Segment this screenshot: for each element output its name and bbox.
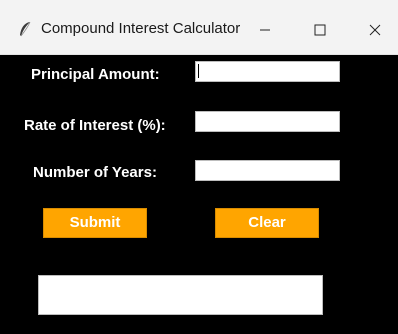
minimize-icon — [260, 29, 270, 31]
maximize-button[interactable] — [297, 10, 343, 50]
app-window: Compound Interest Calculator Principal A… — [0, 0, 398, 334]
submit-button[interactable]: Submit — [43, 208, 147, 238]
text-caret — [198, 64, 199, 78]
minimize-button[interactable] — [242, 10, 288, 50]
years-input[interactable] — [195, 160, 340, 181]
feather-icon — [20, 21, 31, 37]
title-bar[interactable]: Compound Interest Calculator — [0, 0, 398, 55]
close-button[interactable] — [352, 10, 398, 50]
rate-label: Rate of Interest (%): — [24, 117, 166, 134]
maximize-icon — [314, 24, 326, 36]
window-title: Compound Interest Calculator — [41, 20, 241, 37]
principal-input[interactable] — [195, 61, 340, 82]
clear-button[interactable]: Clear — [215, 208, 319, 238]
rate-input[interactable] — [195, 111, 340, 132]
principal-label: Principal Amount: — [31, 66, 160, 83]
close-icon — [369, 24, 381, 36]
result-display — [38, 275, 323, 315]
years-label: Number of Years: — [33, 164, 157, 181]
